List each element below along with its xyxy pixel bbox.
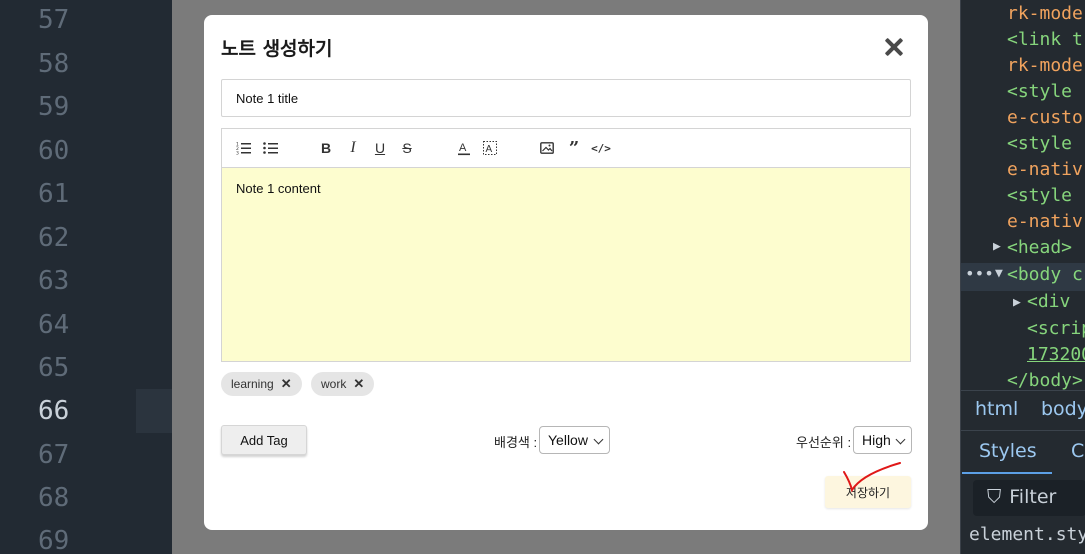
text-color-icon[interactable]: A <box>455 137 473 159</box>
collapse-triangle-icon[interactable]: ▼ <box>995 266 1003 281</box>
rich-text-editor: 123 B I U S A A ” </> Note 1 content <box>221 128 911 362</box>
blockquote-icon[interactable]: ” <box>565 137 583 159</box>
styles-filter-input[interactable]: ⛉ Filter <box>973 480 1085 516</box>
line-number: 59 <box>38 92 70 122</box>
tag-chip: work ✕ <box>311 372 375 396</box>
note-content-text: Note 1 content <box>236 181 321 196</box>
devtools-line[interactable]: <head> <box>1007 237 1072 258</box>
more-dots-icon[interactable]: ••• <box>965 264 994 283</box>
tag-chip: learning ✕ <box>221 372 302 396</box>
strikethrough-icon[interactable]: S <box>399 137 415 159</box>
element-style-rule[interactable]: element.sty <box>969 524 1085 545</box>
expand-triangle-icon[interactable]: ▶ <box>993 239 1001 254</box>
devtools-line[interactable]: <div <box>1027 291 1070 312</box>
tag-label: learning <box>231 377 274 391</box>
filter-label: Filter <box>1009 486 1057 508</box>
bullet-list-icon[interactable] <box>261 137 281 159</box>
devtools-line[interactable]: 173200 <box>1027 344 1085 365</box>
line-number-current: 66 <box>38 396 70 426</box>
devtools-line[interactable]: <style <box>1007 81 1072 102</box>
ordered-list-icon[interactable]: 123 <box>234 137 254 159</box>
line-number: 58 <box>38 49 70 79</box>
code-gutter: 57 58 59 60 61 62 63 64 65 66 67 68 69 <box>0 0 172 554</box>
italic-icon[interactable]: I <box>345 137 361 159</box>
priority-select[interactable]: High <box>853 426 912 454</box>
current-line-highlight <box>136 389 172 433</box>
bold-icon[interactable]: B <box>318 137 334 159</box>
tab-computed[interactable]: C <box>1071 440 1084 462</box>
devtools-line[interactable]: </body> <box>1007 370 1083 391</box>
devtools-line[interactable]: <scrip <box>1027 318 1085 339</box>
add-tag-button[interactable]: Add Tag <box>221 425 307 455</box>
line-number: 69 <box>38 526 70 554</box>
line-number: 60 <box>38 136 70 166</box>
line-number: 64 <box>38 310 70 340</box>
devtools-line[interactable]: rk-mode <box>1007 55 1083 76</box>
line-number: 62 <box>38 223 70 253</box>
bg-color-value: Yellow <box>548 432 588 448</box>
image-icon[interactable] <box>538 137 556 159</box>
svg-text:A: A <box>486 144 493 155</box>
note-title-input[interactable] <box>221 79 911 117</box>
background-color-icon[interactable]: A <box>481 137 499 159</box>
filter-icon: ⛉ <box>987 486 1002 508</box>
tab-styles-indicator <box>962 472 1052 474</box>
note-content-area[interactable]: Note 1 content <box>222 168 910 361</box>
editor-toolbar: 123 B I U S A A ” </> <box>222 129 910 168</box>
create-note-modal: 노트 생성하기 123 B I U S A A <box>204 15 928 530</box>
breadcrumb-body[interactable]: body <box>1041 398 1085 420</box>
tab-styles[interactable]: Styles <box>979 440 1037 462</box>
priority-label: 우선순위 : <box>796 435 852 450</box>
expand-triangle-icon[interactable]: ▶ <box>1013 295 1021 310</box>
modal-title: 노트 생성하기 <box>221 38 333 60</box>
line-number: 57 <box>38 5 70 35</box>
remove-tag-icon[interactable]: ✕ <box>281 376 292 392</box>
svg-text:3: 3 <box>236 151 239 156</box>
priority-value: High <box>862 432 891 448</box>
line-number: 65 <box>38 353 70 383</box>
devtools-line[interactable]: <style <box>1007 185 1072 206</box>
line-number: 61 <box>38 179 70 209</box>
svg-text:A: A <box>459 142 467 154</box>
bg-color-label: 배경색 : <box>494 435 538 450</box>
devtools-line[interactable]: e-nativ <box>1007 211 1083 232</box>
devtools-line[interactable]: rk-mode <box>1007 3 1083 24</box>
code-icon[interactable]: </> <box>591 137 611 159</box>
devtools-line[interactable]: e-custo <box>1007 107 1083 128</box>
remove-tag-icon[interactable]: ✕ <box>353 376 364 392</box>
line-number: 67 <box>38 440 70 470</box>
bg-color-select[interactable]: Yellow <box>539 426 610 454</box>
devtools-line[interactable]: <body c <box>1007 264 1083 285</box>
breadcrumb-html[interactable]: html <box>975 398 1018 420</box>
devtools-line[interactable]: <link t <box>1007 29 1083 50</box>
checkmark-annotation-icon <box>843 462 901 493</box>
line-number: 63 <box>38 266 70 296</box>
chevron-down-icon <box>593 434 604 445</box>
underline-icon[interactable]: U <box>372 137 388 159</box>
line-number: 68 <box>38 483 70 513</box>
chevron-down-icon <box>895 434 906 445</box>
devtools-breadcrumbs: html body <box>961 390 1085 428</box>
devtools-line[interactable]: e-nativ <box>1007 159 1083 180</box>
devtools-panel: rk-mode <link t rk-mode <style e-custo <… <box>960 0 1085 554</box>
close-icon[interactable] <box>882 35 906 59</box>
tag-label: work <box>321 377 347 391</box>
devtools-line[interactable]: <style <box>1007 133 1072 154</box>
